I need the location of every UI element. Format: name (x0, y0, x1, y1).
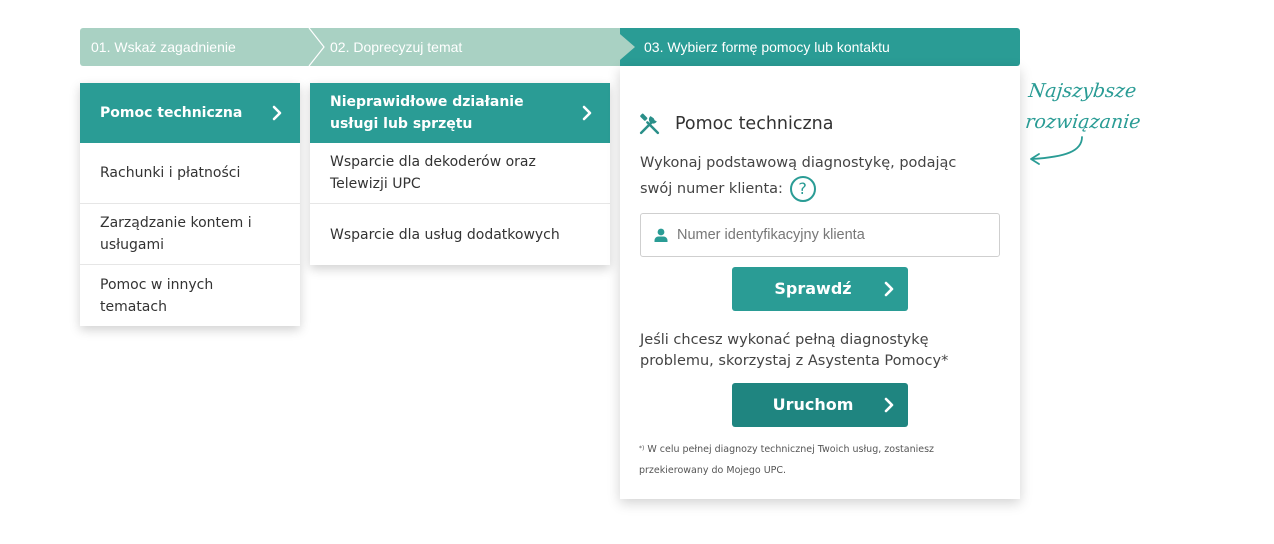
check-button-label: Sprawdź (774, 279, 852, 298)
step-2: 02. Doprecyzuj temat (320, 28, 620, 66)
chevron-right-icon (582, 105, 592, 121)
topic-item-pomoc-techniczna[interactable]: Pomoc techniczna (80, 83, 300, 143)
step-3: 03. Wybierz formę pomocy lub kontaktu (620, 28, 1020, 66)
topic-item-label: Pomoc techniczna (100, 105, 243, 121)
topic-item-inne-tematy[interactable]: Pomoc w innych tematach (80, 265, 300, 326)
user-icon (654, 228, 668, 242)
chevron-right-icon (884, 281, 894, 297)
full-diagnostics-text: Jeśli chcesz wykonać pełną diagnostykę p… (640, 332, 949, 369)
step-1-label: 01. Wskaż zagadnienie (91, 39, 236, 55)
chevron-right-icon (272, 105, 282, 121)
topic-item-label: Pomoc w innych tematach (100, 276, 214, 315)
step-1: 01. Wskaż zagadnienie (80, 28, 320, 66)
subtopic-item-dekodery[interactable]: Wsparcie dla dekoderów oraz Telewizji UP… (310, 143, 610, 204)
step-separator-icon (305, 28, 327, 66)
tools-icon (639, 113, 660, 134)
check-button[interactable]: Sprawdź (732, 267, 908, 311)
subtopic-item-label: Wsparcie dla dekoderów oraz Telewizji UP… (330, 154, 536, 192)
subtopic-item-uslugi-dodatkowe[interactable]: Wsparcie dla usług dodatkowych (310, 204, 610, 265)
chevron-right-icon (884, 397, 894, 413)
step-2-label: 02. Doprecyzuj temat (330, 39, 463, 55)
subtopic-item-nieprawidlowe-dzialanie[interactable]: Nieprawidłowe działanie usługi lub sprzę… (310, 83, 610, 143)
step-separator-icon (613, 28, 635, 66)
footnote-text: W celu pełnej diagnozy technicznej Twoic… (639, 444, 935, 476)
run-button[interactable]: Uruchom (732, 383, 908, 427)
client-id-field[interactable] (640, 213, 1000, 257)
client-id-input[interactable] (677, 227, 999, 243)
topic-item-label: Zarządzanie kontem i usługami (100, 215, 252, 253)
note-line-1: Najszybsze (1027, 80, 1138, 102)
subtopic-menu: Nieprawidłowe działanie usługi lub sprzę… (310, 83, 610, 265)
subtopic-item-label: Nieprawidłowe działanie usługi lub sprzę… (330, 94, 524, 132)
progress-stepper: 01. Wskaż zagadnienie 02. Doprecyzuj tem… (80, 28, 1020, 66)
subtopic-item-label: Wsparcie dla usług dodatkowych (330, 226, 560, 243)
run-button-label: Uruchom (772, 395, 854, 414)
step-3-label: 03. Wybierz formę pomocy lub kontaktu (644, 39, 890, 55)
footnote: *) W celu pełnej diagnozy technicznej Two… (639, 438, 989, 481)
panel-title: Pomoc techniczna (675, 114, 834, 134)
topic-menu: Pomoc techniczna Rachunki i płatności Za… (80, 83, 300, 326)
panel-header: Pomoc techniczna (637, 111, 834, 137)
topic-item-rachunki[interactable]: Rachunki i płatności (80, 143, 300, 204)
topic-item-zarzadzanie-kontem[interactable]: Zarządzanie kontem i usługami (80, 204, 300, 265)
help-icon[interactable]: ? (789, 176, 816, 202)
curved-arrow-icon (1030, 136, 1083, 165)
topic-item-label: Rachunki i płatności (100, 165, 241, 181)
footnote-mark: *) (639, 445, 645, 452)
fastest-solution-note: Najszybsze rozwiązanie (1024, 76, 1141, 138)
help-panel: Pomoc techniczna Wykonaj podstawową diag… (620, 66, 1020, 499)
panel-description: Wykonaj podstawową diagnostykę, podając … (640, 151, 980, 202)
